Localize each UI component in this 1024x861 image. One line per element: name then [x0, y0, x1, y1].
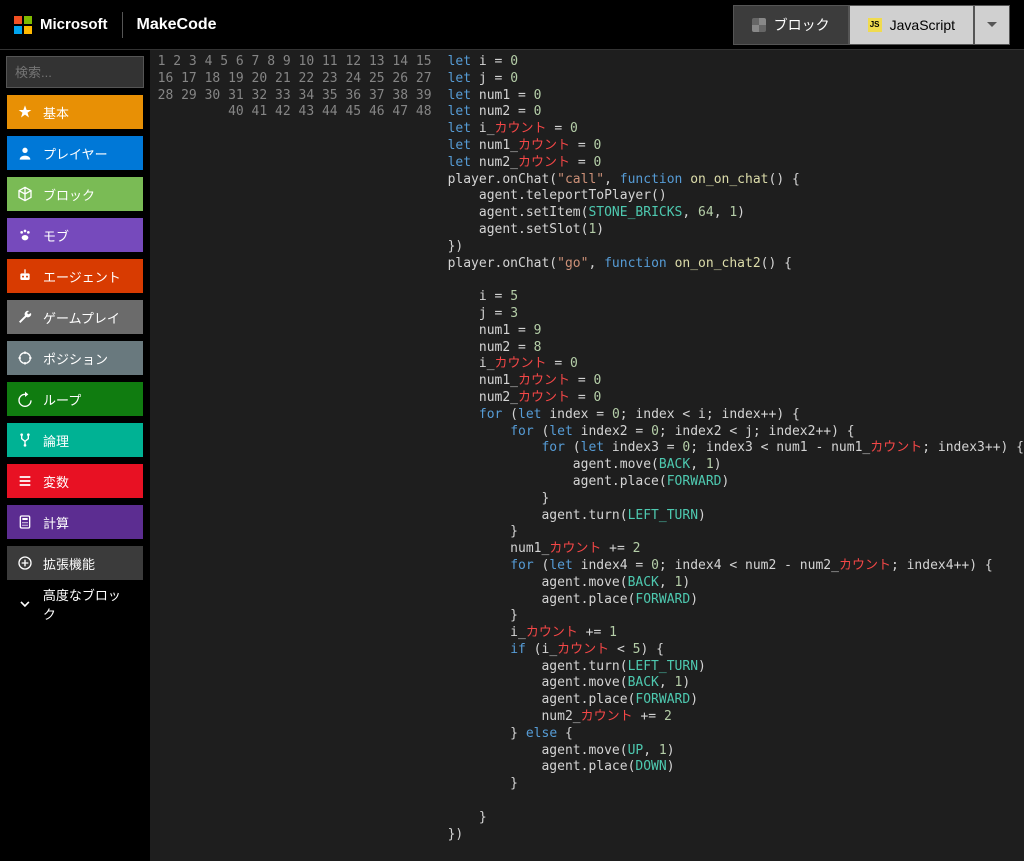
code-area[interactable]: let i = 0 let j = 0 let num1 = 0 let num…	[442, 50, 1024, 861]
microsoft-text: Microsoft	[40, 16, 108, 33]
category-logic[interactable]: 論理	[6, 422, 144, 458]
category-basic[interactable]: 基本	[6, 94, 144, 130]
wrench-icon	[17, 309, 33, 325]
user-icon	[17, 145, 33, 161]
view-dropdown-button[interactable]	[974, 5, 1010, 45]
category-label: 基本	[43, 103, 69, 122]
chevron-down-icon	[987, 22, 997, 32]
blocks-view-button[interactable]: ブロック	[733, 5, 849, 45]
category-label: 高度なブロック	[43, 585, 133, 623]
paw-icon	[17, 227, 33, 243]
cube-icon	[17, 186, 33, 202]
category-agent[interactable]: エージェント	[6, 258, 144, 294]
brand-title: MakeCode	[137, 16, 217, 34]
category-math[interactable]: 計算	[6, 504, 144, 540]
category-label: 拡張機能	[43, 554, 95, 573]
star-icon	[17, 104, 33, 120]
category-label: ループ	[43, 390, 81, 409]
category-sidebar: 基本プレイヤーブロックモブエージェントゲームプレイポジションループ論理変数計算拡…	[0, 50, 150, 861]
chev-icon	[17, 596, 33, 612]
category-label: 計算	[43, 513, 69, 532]
microsoft-icon	[14, 16, 32, 34]
category-label: 変数	[43, 472, 69, 491]
plus-icon	[17, 555, 33, 571]
line-gutter: 1 2 3 4 5 6 7 8 9 10 11 12 13 14 15 16 1…	[150, 50, 442, 861]
calc-icon	[17, 514, 33, 530]
loop-icon	[17, 391, 33, 407]
blocks-label: ブロック	[774, 15, 830, 35]
robot-icon	[17, 268, 33, 284]
category-extensions[interactable]: 拡張機能	[6, 545, 144, 581]
category-label: ポジション	[43, 349, 108, 368]
category-label: プレイヤー	[43, 144, 108, 163]
category-label: 論理	[43, 431, 69, 450]
divider	[122, 12, 123, 38]
category-mob[interactable]: モブ	[6, 217, 144, 253]
list-icon	[17, 473, 33, 489]
search-input[interactable]	[15, 65, 150, 80]
search-box[interactable]	[6, 56, 144, 88]
category-advanced[interactable]: 高度なブロック	[6, 586, 144, 622]
js-label: JavaScript	[890, 17, 955, 33]
js-icon: JS	[868, 18, 882, 32]
category-label: ゲームプレイ	[43, 308, 120, 327]
blocks-icon	[752, 18, 766, 32]
category-position[interactable]: ポジション	[6, 340, 144, 376]
fork-icon	[17, 432, 33, 448]
crosshair-icon	[17, 350, 33, 366]
category-player[interactable]: プレイヤー	[6, 135, 144, 171]
code-editor[interactable]: 1 2 3 4 5 6 7 8 9 10 11 12 13 14 15 16 1…	[150, 50, 1024, 861]
category-label: エージェント	[43, 267, 121, 286]
category-label: モブ	[43, 226, 69, 245]
category-variable[interactable]: 変数	[6, 463, 144, 499]
category-loop[interactable]: ループ	[6, 381, 144, 417]
category-block[interactable]: ブロック	[6, 176, 144, 212]
category-gameplay[interactable]: ゲームプレイ	[6, 299, 144, 335]
microsoft-logo: Microsoft	[14, 16, 108, 34]
top-bar: Microsoft MakeCode ブロック JS JavaScript	[0, 0, 1024, 50]
category-label: ブロック	[43, 185, 95, 204]
javascript-view-button[interactable]: JS JavaScript	[849, 5, 974, 45]
